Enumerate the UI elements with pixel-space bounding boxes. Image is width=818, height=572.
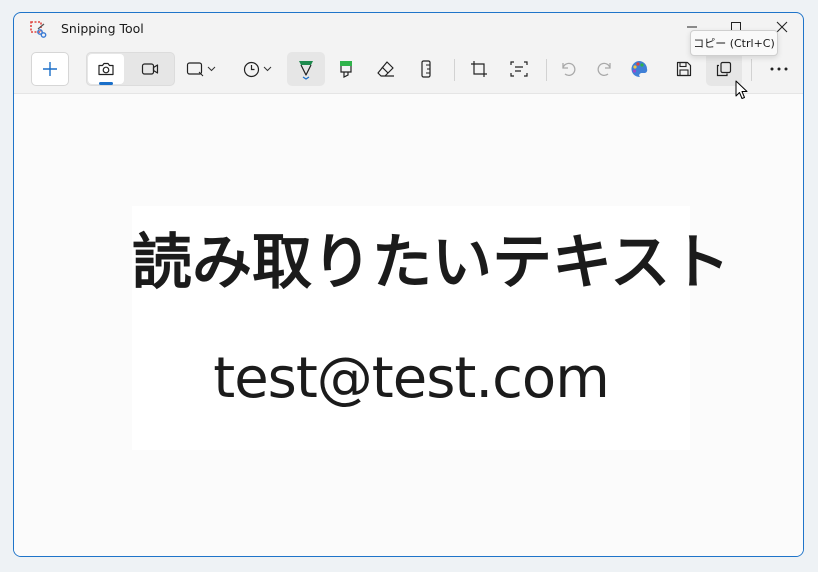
- plus-icon: [42, 61, 58, 77]
- undo-icon: [560, 61, 578, 77]
- ruler-icon: [420, 60, 432, 78]
- undo-button[interactable]: [551, 52, 587, 86]
- ballpoint-pen-button[interactable]: [287, 52, 325, 86]
- snip-mode-button[interactable]: [88, 54, 124, 85]
- snip-shape-dropdown[interactable]: [180, 52, 222, 86]
- window-title: Snipping Tool: [61, 21, 144, 36]
- redo-icon: [595, 61, 613, 77]
- camera-icon: [97, 61, 115, 77]
- toolbar-divider: [751, 59, 752, 81]
- video-camera-icon: [141, 62, 159, 76]
- redo-button[interactable]: [586, 52, 622, 86]
- timer-dropdown[interactable]: [236, 52, 278, 86]
- record-mode-button[interactable]: [129, 54, 171, 84]
- clock-icon: [243, 61, 260, 78]
- selected-mode-indicator: [99, 82, 113, 85]
- captured-snip-image[interactable]: 読み取りたいテキスト test@test.com: [132, 206, 731, 450]
- new-snip-button[interactable]: [31, 52, 69, 86]
- see-more-button[interactable]: [761, 52, 797, 86]
- snipping-tool-window: Snipping Tool 読み取りたいテキスト test@test.com: [13, 12, 804, 557]
- eraser-icon: [376, 60, 396, 78]
- ballpoint-pen-icon: [297, 58, 315, 80]
- ruler-button[interactable]: [408, 52, 444, 86]
- copy-icon: [716, 61, 732, 77]
- paint-app-icon: [630, 60, 648, 78]
- save-icon: [676, 61, 692, 77]
- rectangle-snip-icon: [186, 61, 204, 77]
- highlighter-icon: [337, 59, 355, 79]
- crop-button[interactable]: [461, 52, 497, 86]
- eraser-button[interactable]: [368, 52, 404, 86]
- toolbar-divider: [546, 59, 547, 81]
- mouse-cursor-icon: [735, 80, 749, 100]
- toolbar-divider: [454, 59, 455, 81]
- snipping-tool-app-icon: [29, 20, 47, 38]
- save-button[interactable]: [666, 52, 702, 86]
- snip-canvas[interactable]: 読み取りたいテキスト test@test.com: [14, 93, 803, 556]
- toolbar: [14, 45, 803, 93]
- snip-email-text: test@test.com: [213, 346, 610, 411]
- text-actions-button[interactable]: [501, 52, 537, 86]
- highlighter-button[interactable]: [328, 52, 364, 86]
- crop-icon: [470, 60, 488, 78]
- chevron-down-icon: [263, 66, 272, 72]
- snip-japanese-text: 読み取りたいテキスト: [132, 228, 731, 298]
- more-icon: [770, 67, 788, 71]
- text-actions-icon: [510, 60, 528, 78]
- copy-tooltip: コピー (Ctrl+C): [690, 30, 778, 56]
- chevron-down-icon: [207, 66, 216, 72]
- capture-mode-toggle: [86, 52, 175, 86]
- edit-in-paint-button[interactable]: [621, 52, 657, 86]
- title-bar[interactable]: Snipping Tool: [14, 13, 803, 45]
